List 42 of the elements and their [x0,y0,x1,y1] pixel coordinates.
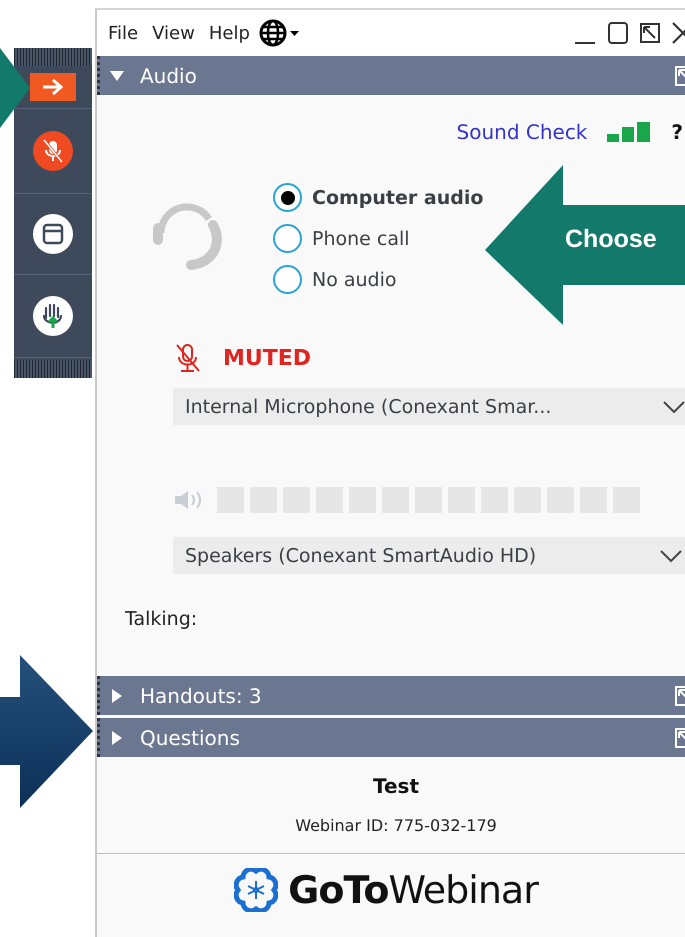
caret-right-icon [110,688,124,702]
caret-down-icon [110,68,124,82]
brand-name: GoToWebinar [288,868,538,912]
muted-microphone-icon[interactable] [175,343,201,373]
sound-check-link[interactable]: Sound Check [456,120,588,144]
raise-hand-button[interactable] [33,296,73,336]
radio-button[interactable] [273,183,302,212]
caret-right-icon [110,730,124,744]
grip-handle[interactable] [14,48,92,66]
collapse-arrow-button[interactable] [30,73,76,101]
callout-label: Choose [565,225,657,254]
panel-button[interactable] [33,214,73,254]
speakers-dropdown[interactable]: Speakers (Conexant SmartAudio HD) [173,537,685,574]
arrow-right-icon [41,78,65,96]
muted-label: MUTED [223,346,312,370]
section-header[interactable]: Audio [100,64,197,88]
window-icon [42,223,64,245]
maximize-icon[interactable] [607,21,629,45]
globe-icon[interactable] [258,19,301,47]
microphone-dropdown[interactable]: Internal Microphone (Conexant Smar... [173,388,685,425]
webinar-id: Webinar ID: 775-032-179 [295,816,497,835]
mute-button[interactable] [33,131,73,171]
help-icon[interactable]: ? [671,120,683,144]
section-header[interactable]: Handouts: 3 [100,684,262,708]
menu-item[interactable]: File [103,20,144,46]
radio-button[interactable] [273,224,302,253]
audio-option[interactable]: No audio [273,265,484,294]
audio-option[interactable]: Phone call [273,224,484,253]
radio-button[interactable] [273,265,302,294]
logo-icon [234,868,278,912]
audio-option[interactable]: Computer audio [273,183,484,212]
talking-label: Talking: [124,608,198,630]
section-header[interactable]: Questions [100,726,240,750]
signal-bars-icon [607,122,652,142]
chevron-down-icon [662,400,685,414]
muted-microphone-icon [43,139,63,163]
menu-item[interactable]: Help [204,20,255,46]
menu-item[interactable]: View [147,20,200,46]
webinar-title: Test [372,774,419,798]
grip-handle[interactable] [14,360,92,378]
chevron-down-icon [659,548,683,562]
pop-out-icon[interactable] [639,22,661,44]
